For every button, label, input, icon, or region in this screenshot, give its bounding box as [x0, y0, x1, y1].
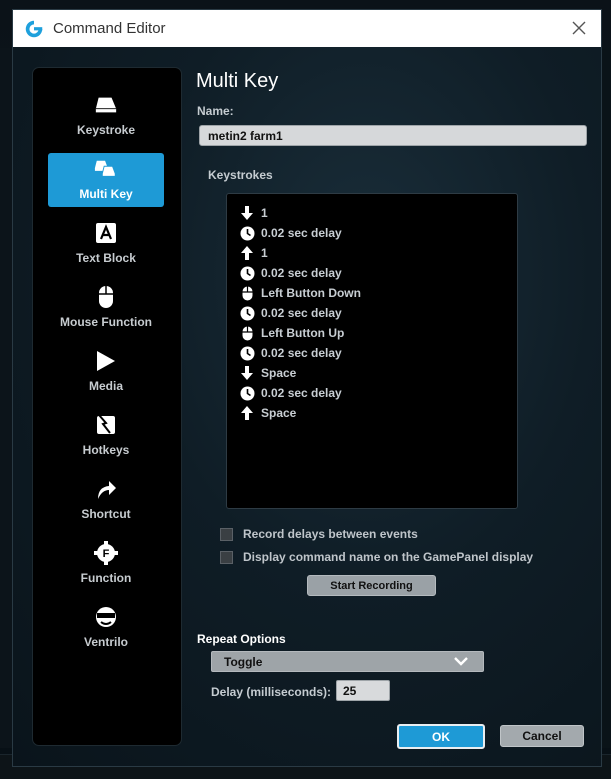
- arrow-up-icon: [239, 245, 255, 261]
- start-recording-button[interactable]: Start Recording: [307, 575, 436, 596]
- keystroke-row[interactable]: Space: [227, 403, 517, 423]
- sidebar-item-shortcut[interactable]: Shortcut: [48, 473, 164, 527]
- keystroke-text: 0.02 sec delay: [261, 386, 342, 400]
- close-icon: [572, 21, 586, 35]
- page-title: Multi Key: [196, 70, 279, 92]
- lightning-icon: [94, 413, 118, 437]
- keystroke-text: 0.02 sec delay: [261, 306, 342, 320]
- sidebar-item-label: Function: [80, 571, 132, 585]
- record-delays-checkbox[interactable]: [220, 527, 233, 541]
- clock-icon: [239, 305, 255, 321]
- window-title: Command Editor: [53, 20, 166, 37]
- keystroke-text: Space: [261, 406, 297, 420]
- keystroke-row[interactable]: 0.02 sec delay: [227, 343, 517, 363]
- sidebar-item-media[interactable]: Media: [48, 345, 164, 399]
- display-name-checkbox[interactable]: [220, 550, 233, 564]
- command-type-sidebar: Keystroke Multi Key Text Block Mouse Fun…: [33, 68, 181, 745]
- ok-button[interactable]: OK: [397, 724, 485, 749]
- headset-icon: [94, 605, 118, 629]
- record-delays-checkbox-row[interactable]: Record delays between events: [220, 527, 418, 541]
- record-delays-label: Record delays between events: [243, 527, 418, 541]
- display-name-label: Display command name on the GamePanel di…: [243, 550, 534, 564]
- sidebar-item-hotkeys[interactable]: Hotkeys: [48, 409, 164, 463]
- logitech-g-logo-icon: [25, 20, 43, 37]
- sidebar-item-function[interactable]: F Function: [48, 537, 164, 591]
- keystroke-row[interactable]: 0.02 sec delay: [227, 383, 517, 403]
- function-gear-icon: F: [94, 541, 118, 565]
- multi-keycap-icon: [94, 157, 118, 181]
- keystroke-row[interactable]: 1: [227, 243, 517, 263]
- sidebar-item-text-block[interactable]: Text Block: [48, 217, 164, 271]
- keystroke-row[interactable]: 1: [227, 203, 517, 223]
- keystroke-text: 0.02 sec delay: [261, 346, 342, 360]
- sidebar-item-label: Ventrilo: [83, 635, 128, 649]
- repeat-mode-dropdown[interactable]: Toggle: [211, 651, 484, 672]
- play-icon: [94, 349, 118, 373]
- keystroke-row[interactable]: 0.02 sec delay: [227, 303, 517, 323]
- command-editor-dialog: Command Editor Keystroke Multi Key Text …: [12, 9, 602, 767]
- keystrokes-label: Keystrokes: [208, 168, 273, 182]
- sidebar-item-label: Text Block: [76, 251, 136, 265]
- keystroke-row[interactable]: 0.02 sec delay: [227, 223, 517, 243]
- clock-icon: [239, 265, 255, 281]
- keystroke-row[interactable]: 0.02 sec delay: [227, 263, 517, 283]
- arrow-down-icon: [239, 365, 255, 381]
- delay-label: Delay (milliseconds):: [211, 685, 332, 699]
- keystroke-text: Left Button Up: [261, 326, 345, 340]
- sidebar-item-label: Keystroke: [76, 123, 136, 137]
- mouse-icon: [239, 325, 255, 341]
- sidebar-item-label: Hotkeys: [82, 443, 130, 457]
- delay-input[interactable]: [336, 680, 390, 701]
- keystroke-text: 1: [261, 206, 268, 220]
- sidebar-item-multi-key[interactable]: Multi Key: [48, 153, 164, 207]
- shortcut-arrow-icon: [94, 477, 118, 501]
- display-name-checkbox-row[interactable]: Display command name on the GamePanel di…: [220, 550, 533, 564]
- name-label: Name:: [197, 104, 234, 118]
- arrow-down-icon: [239, 205, 255, 221]
- clock-icon: [239, 345, 255, 361]
- letter-a-icon: [94, 221, 118, 245]
- keystroke-text: Left Button Down: [261, 286, 361, 300]
- mouse-icon: [239, 285, 255, 301]
- cancel-button[interactable]: Cancel: [500, 725, 584, 747]
- sidebar-item-mouse-function[interactable]: Mouse Function: [48, 281, 164, 335]
- background-app-left-edge: [0, 48, 12, 748]
- arrow-up-icon: [239, 405, 255, 421]
- sidebar-item-label: Multi Key: [79, 187, 133, 201]
- keycap-icon: [94, 93, 118, 117]
- clock-icon: [239, 385, 255, 401]
- mouse-icon: [94, 285, 118, 309]
- repeat-options-label: Repeat Options: [197, 632, 286, 646]
- keystroke-row[interactable]: Left Button Down: [227, 283, 517, 303]
- background-app-right-edge: [602, 48, 611, 748]
- keystroke-text: 1: [261, 246, 268, 260]
- chevron-down-icon: [454, 657, 468, 666]
- keystroke-text: 0.02 sec delay: [261, 226, 342, 240]
- svg-text:F: F: [103, 548, 110, 560]
- sidebar-item-ventrilo[interactable]: Ventrilo: [48, 601, 164, 655]
- keystroke-text: 0.02 sec delay: [261, 266, 342, 280]
- sidebar-item-label: Media: [88, 379, 123, 393]
- keystrokes-list[interactable]: 1 0.02 sec delay 1 0.02 sec delay Left Butto…: [226, 193, 518, 509]
- sidebar-item-label: Shortcut: [81, 507, 131, 521]
- keystroke-text: Space: [261, 366, 297, 380]
- sidebar-item-keystroke[interactable]: Keystroke: [48, 89, 164, 143]
- keystroke-row[interactable]: Left Button Up: [227, 323, 517, 343]
- clock-icon: [239, 225, 255, 241]
- sidebar-item-label: Mouse Function: [60, 315, 152, 329]
- name-input[interactable]: [199, 125, 587, 146]
- keystroke-row[interactable]: Space: [227, 363, 517, 383]
- title-bar: Command Editor: [13, 10, 601, 47]
- close-button[interactable]: [569, 18, 589, 38]
- repeat-mode-value: Toggle: [224, 654, 263, 669]
